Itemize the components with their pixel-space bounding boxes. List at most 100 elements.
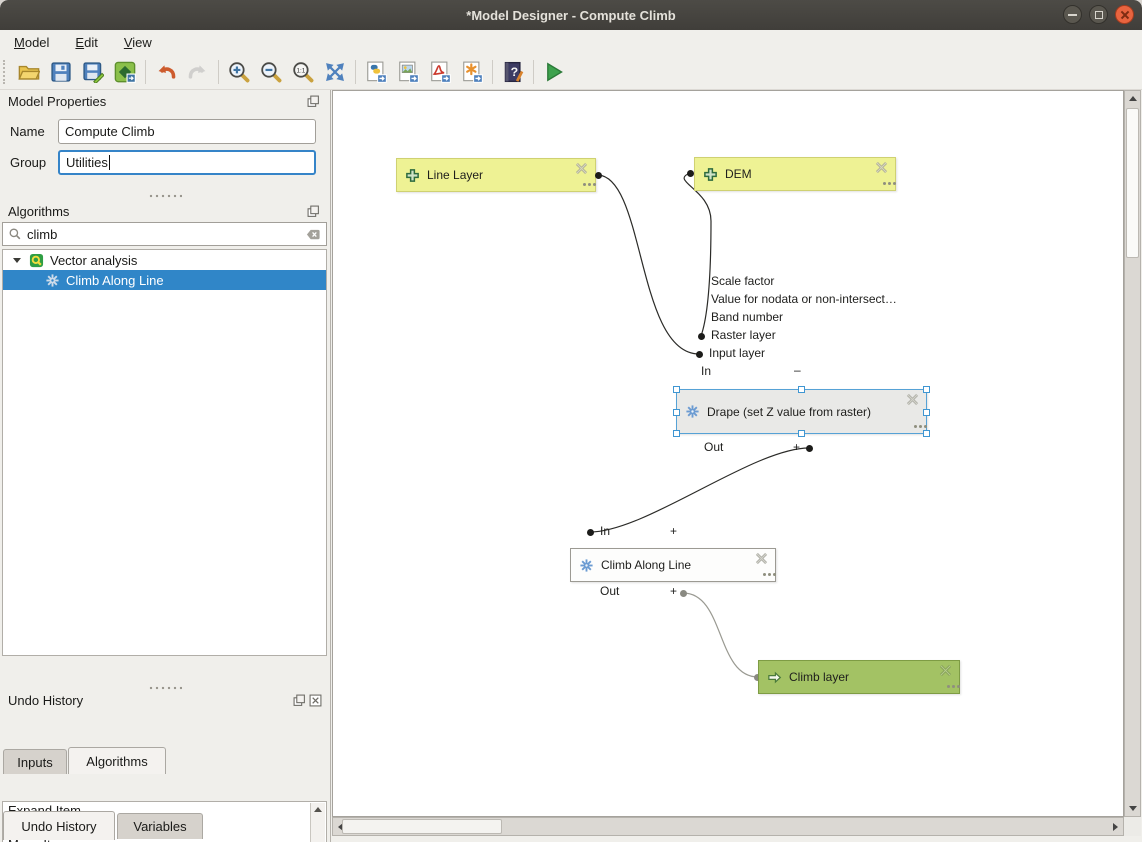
save-icon	[50, 61, 72, 83]
window-title: *Model Designer - Compute Climb	[466, 8, 675, 23]
expand-node-icon[interactable]	[883, 182, 886, 185]
export-image-button[interactable]	[392, 57, 424, 87]
tree-item-label: Climb Along Line	[66, 273, 164, 288]
tree-group-vector-analysis[interactable]: Vector analysis	[3, 250, 326, 270]
node-drape[interactable]: Drape (set Z value from raster)	[676, 389, 927, 434]
model-name-input[interactable]	[58, 119, 316, 144]
maximize-button[interactable]	[1089, 5, 1108, 24]
redo-button[interactable]	[182, 57, 214, 87]
tab-variables[interactable]: Variables	[117, 813, 203, 839]
expand-outputs-toggle[interactable]: +	[793, 440, 800, 454]
toolbar-drag-handle[interactable]	[3, 60, 9, 84]
panel-splitter-handle[interactable]	[148, 686, 182, 690]
expander-icon[interactable]	[13, 258, 21, 263]
titlebar: *Model Designer - Compute Climb	[0, 0, 1142, 30]
group-label: Group	[10, 155, 46, 170]
export-pdf-button[interactable]	[424, 57, 456, 87]
drape-out-dot[interactable]	[806, 445, 813, 452]
dem-out-dot[interactable]	[687, 170, 694, 177]
node-line-layer[interactable]: Line Layer	[396, 158, 596, 192]
model-canvas[interactable]: Line Layer DEM Scale factor Value for no…	[332, 90, 1124, 817]
remove-node-icon[interactable]	[906, 393, 919, 406]
wire-dem-to-rasterlayer	[684, 173, 711, 336]
zoom-actual-button[interactable]: 1:1	[287, 57, 319, 87]
scroll-up-button[interactable]	[1125, 91, 1140, 106]
algorithm-search-box[interactable]: climb	[2, 222, 327, 246]
save-model-as-button[interactable]	[77, 57, 109, 87]
float-panel-icon[interactable]	[307, 95, 320, 108]
input-layer-socket-dot[interactable]	[696, 351, 703, 358]
panel-splitter-handle[interactable]	[148, 194, 182, 198]
node-dem[interactable]: DEM	[694, 157, 896, 191]
climb-out-dot[interactable]	[680, 590, 687, 597]
undo-button[interactable]	[150, 57, 182, 87]
raster-layer-socket-dot[interactable]	[698, 333, 705, 340]
canvas-horizontal-scrollbar[interactable]	[332, 817, 1124, 836]
tab-algorithms[interactable]: Algorithms	[68, 747, 166, 774]
scroll-down-button[interactable]	[1125, 801, 1140, 816]
node-climb-layer[interactable]: Climb layer	[758, 660, 960, 694]
clear-search-icon[interactable]	[306, 227, 321, 242]
bottom-tab-bar: Undo History Variables	[0, 810, 331, 840]
close-button[interactable]	[1115, 5, 1134, 24]
text-cursor	[109, 155, 110, 170]
selection-handle[interactable]	[923, 409, 930, 416]
menu-edit[interactable]: Edit	[75, 35, 97, 50]
collapse-inputs-toggle[interactable]: –	[794, 363, 801, 377]
selection-handle[interactable]	[673, 430, 680, 437]
expand-inputs-toggle[interactable]: +	[670, 524, 677, 538]
remove-node-icon[interactable]	[939, 664, 952, 677]
toolbar-separator	[355, 60, 356, 84]
close-panel-icon[interactable]	[309, 694, 322, 707]
menu-view[interactable]: View	[124, 35, 152, 50]
save-model-button[interactable]	[45, 57, 77, 87]
model-group-input[interactable]: Utilities	[58, 150, 316, 175]
remove-node-icon[interactable]	[755, 552, 768, 565]
help-button[interactable]: ?	[497, 57, 529, 87]
scroll-up-icon	[1129, 96, 1137, 101]
zoom-actual-icon: 1:1	[292, 61, 314, 83]
zoom-out-button[interactable]	[255, 57, 287, 87]
selection-handle[interactable]	[923, 386, 930, 393]
climb-in-dot[interactable]	[587, 529, 594, 536]
save-model-in-project-button[interactable]	[109, 57, 141, 87]
menubar: Model Edit View	[0, 30, 1142, 54]
zoom-in-button[interactable]	[223, 57, 255, 87]
node-label: Drape (set Z value from raster)	[707, 405, 871, 419]
float-panel-icon[interactable]	[293, 694, 306, 707]
remove-node-icon[interactable]	[875, 161, 888, 174]
node-climb-along-line[interactable]: Climb Along Line	[570, 548, 776, 582]
tab-undo-history[interactable]: Undo History	[3, 811, 115, 840]
selection-handle[interactable]	[673, 409, 680, 416]
expand-node-icon[interactable]	[763, 573, 766, 576]
selection-handle[interactable]	[798, 430, 805, 437]
run-model-button[interactable]	[538, 57, 570, 87]
expand-node-icon[interactable]	[947, 685, 950, 688]
tree-item-climb-along-line[interactable]: Climb Along Line	[3, 270, 326, 290]
vertical-scroll-thumb[interactable]	[1126, 108, 1139, 258]
menu-model[interactable]: Model	[14, 35, 49, 50]
input-plus-icon	[405, 168, 420, 183]
export-python-button[interactable]	[360, 57, 392, 87]
line-layer-out-dot[interactable]	[595, 172, 602, 179]
minimize-button[interactable]	[1063, 5, 1082, 24]
export-svg-button[interactable]	[456, 57, 488, 87]
node-label: Line Layer	[427, 168, 483, 182]
zoom-full-button[interactable]	[319, 57, 351, 87]
remove-node-icon[interactable]	[575, 162, 588, 175]
selection-handle[interactable]	[923, 430, 930, 437]
selection-handle[interactable]	[673, 386, 680, 393]
open-model-button[interactable]	[13, 57, 45, 87]
tree-group-label: Vector analysis	[50, 253, 137, 268]
scroll-right-button[interactable]	[1108, 819, 1123, 834]
wire-climbout-to-climblayer	[683, 593, 758, 677]
selection-handle[interactable]	[798, 386, 805, 393]
horizontal-scroll-thumb[interactable]	[342, 819, 502, 834]
expand-node-icon[interactable]	[583, 183, 586, 186]
connection-wires	[333, 91, 1124, 817]
expand-node-icon[interactable]	[914, 425, 917, 428]
float-panel-icon[interactable]	[307, 205, 320, 218]
tab-inputs[interactable]: Inputs	[3, 749, 67, 774]
canvas-vertical-scrollbar[interactable]	[1124, 90, 1141, 817]
expand-outputs-toggle[interactable]: +	[670, 584, 677, 598]
